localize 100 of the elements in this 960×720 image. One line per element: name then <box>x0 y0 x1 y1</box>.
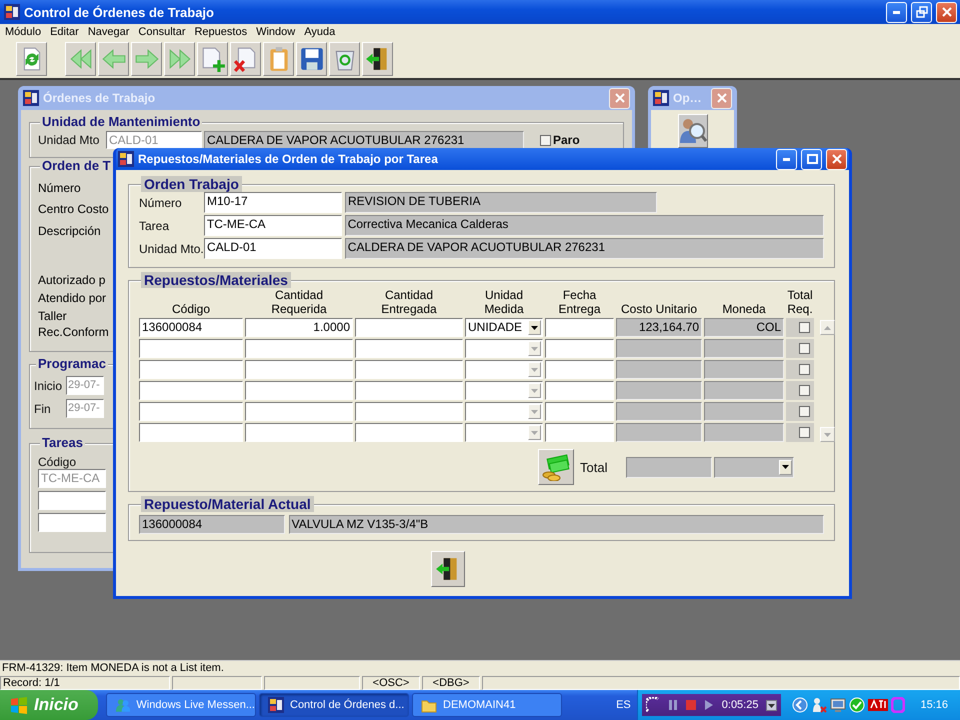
input-field[interactable]: CALDERA DE VAPOR ACUOTUBULAR 276231 <box>344 238 824 259</box>
quantity-field[interactable] <box>245 402 353 421</box>
date-field[interactable] <box>545 423 614 442</box>
checkbox[interactable] <box>799 385 810 396</box>
check-circle-icon[interactable] <box>849 697 866 713</box>
code-field[interactable] <box>139 381 243 400</box>
play-icon[interactable] <box>704 699 714 711</box>
scrollbar[interactable] <box>820 320 835 442</box>
input-field[interactable]: TC-ME-CA <box>204 215 342 236</box>
code-field[interactable]: 136000084 <box>139 318 243 337</box>
unit-dropdown[interactable]: UNIDADE <box>465 318 543 337</box>
quantity-field[interactable] <box>245 360 353 379</box>
field-label: Descripción <box>38 223 101 240</box>
cost-field[interactable] <box>616 423 702 442</box>
unit-dropdown[interactable] <box>465 339 543 358</box>
date-field[interactable] <box>545 402 614 421</box>
date-field[interactable] <box>545 381 614 400</box>
date-field[interactable] <box>545 360 614 379</box>
minimize-icon <box>783 158 790 160</box>
menu-item[interactable]: Repuestos <box>191 26 254 38</box>
menu-item[interactable]: Consultar <box>135 26 192 38</box>
code-field[interactable] <box>139 360 243 379</box>
currency-field[interactable] <box>704 423 784 442</box>
checkbox[interactable] <box>799 364 810 375</box>
input-field[interactable]: M10-17 <box>204 192 342 213</box>
minimize-button[interactable] <box>886 2 907 22</box>
menu-item[interactable]: Window <box>253 26 302 38</box>
unit-dropdown[interactable] <box>465 423 543 442</box>
toolbar-button[interactable] <box>296 42 327 76</box>
quantity-field[interactable] <box>355 360 463 379</box>
input-field[interactable]: CALD-01 <box>204 238 342 259</box>
checkbox[interactable] <box>799 406 810 417</box>
currency-field[interactable] <box>704 381 784 400</box>
quantity-field[interactable] <box>355 423 463 442</box>
dropdown-button[interactable] <box>779 460 792 474</box>
pause-icon[interactable] <box>668 699 678 711</box>
dropdown-icon[interactable] <box>766 700 778 710</box>
date-field[interactable] <box>545 339 614 358</box>
cost-field[interactable] <box>616 360 702 379</box>
menu-item[interactable]: Editar <box>47 26 85 38</box>
quantity-field[interactable] <box>355 402 463 421</box>
minimize-button[interactable] <box>776 148 797 170</box>
unit-dropdown[interactable] <box>465 381 543 400</box>
checkbox[interactable] <box>799 427 810 438</box>
menu-item[interactable]: Navegar <box>84 26 136 38</box>
currency-field[interactable] <box>704 360 784 379</box>
unit-dropdown[interactable] <box>465 402 543 421</box>
input-field[interactable]: REVISION DE TUBERIA <box>345 192 657 213</box>
field-label: Rec.Conform <box>38 325 109 340</box>
quantity-field[interactable] <box>245 423 353 442</box>
close-icon <box>940 5 954 19</box>
currency-field[interactable] <box>704 339 784 358</box>
date-field[interactable] <box>545 318 614 337</box>
checkbox[interactable] <box>799 322 810 333</box>
cost-field[interactable] <box>616 381 702 400</box>
input-field[interactable]: CALDERA DE VAPOR ACUOTUBULAR 276231 <box>204 131 524 149</box>
maximize-button[interactable] <box>801 148 822 170</box>
taskbar-button[interactable]: Control de Órdenes d... <box>259 693 409 717</box>
currency-field[interactable]: COL <box>704 318 784 337</box>
stop-icon[interactable] <box>686 699 696 711</box>
quantity-field[interactable] <box>355 318 463 337</box>
checkbox[interactable] <box>799 343 810 354</box>
menu-item[interactable]: Módulo <box>2 26 48 38</box>
cost-field[interactable] <box>616 402 702 421</box>
checkbox[interactable] <box>540 134 551 146</box>
quantity-field[interactable] <box>245 339 353 358</box>
input-field[interactable] <box>38 513 106 532</box>
unit-dropdown[interactable] <box>465 360 543 379</box>
caret-icon <box>531 368 538 372</box>
field-label: Fin <box>34 402 52 416</box>
quantity-field[interactable] <box>245 381 353 400</box>
quantity-field[interactable]: 1.0000 <box>245 318 353 337</box>
taskbar-button[interactable]: DEMOMAIN41 <box>412 693 562 717</box>
calculate-button[interactable] <box>538 449 574 485</box>
language-indicator[interactable]: ES <box>616 699 631 711</box>
input-field[interactable] <box>38 491 106 510</box>
cost-field[interactable]: 123,164.70 <box>616 318 702 337</box>
caret-icon <box>531 388 538 392</box>
code-field[interactable] <box>139 339 243 358</box>
window-title: Órdenes de Trabajo <box>43 91 156 105</box>
menu-item[interactable]: Ayuda <box>301 26 342 38</box>
monitor-icon[interactable] <box>830 697 846 713</box>
restore-button[interactable] <box>911 2 932 22</box>
person-cross-icon[interactable] <box>811 697 828 713</box>
exit-button[interactable] <box>430 551 464 587</box>
scroll-up-button[interactable] <box>820 320 835 335</box>
currency-field[interactable] <box>704 402 784 421</box>
code-field[interactable] <box>139 402 243 421</box>
dropdown-button[interactable] <box>528 320 541 335</box>
windows-logo-icon <box>10 696 28 714</box>
code-field[interactable] <box>139 423 243 442</box>
toolbar-button[interactable] <box>362 42 393 76</box>
close-icon <box>714 91 728 105</box>
input-field[interactable]: Correctiva Mecanica Calderas <box>344 215 824 236</box>
quantity-field[interactable] <box>355 339 463 358</box>
taskbar-button[interactable]: Windows Live Messen... <box>106 693 256 717</box>
chevron-left-icon[interactable] <box>792 697 808 713</box>
scroll-down-button[interactable] <box>820 427 835 442</box>
cost-field[interactable] <box>616 339 702 358</box>
quantity-field[interactable] <box>355 381 463 400</box>
